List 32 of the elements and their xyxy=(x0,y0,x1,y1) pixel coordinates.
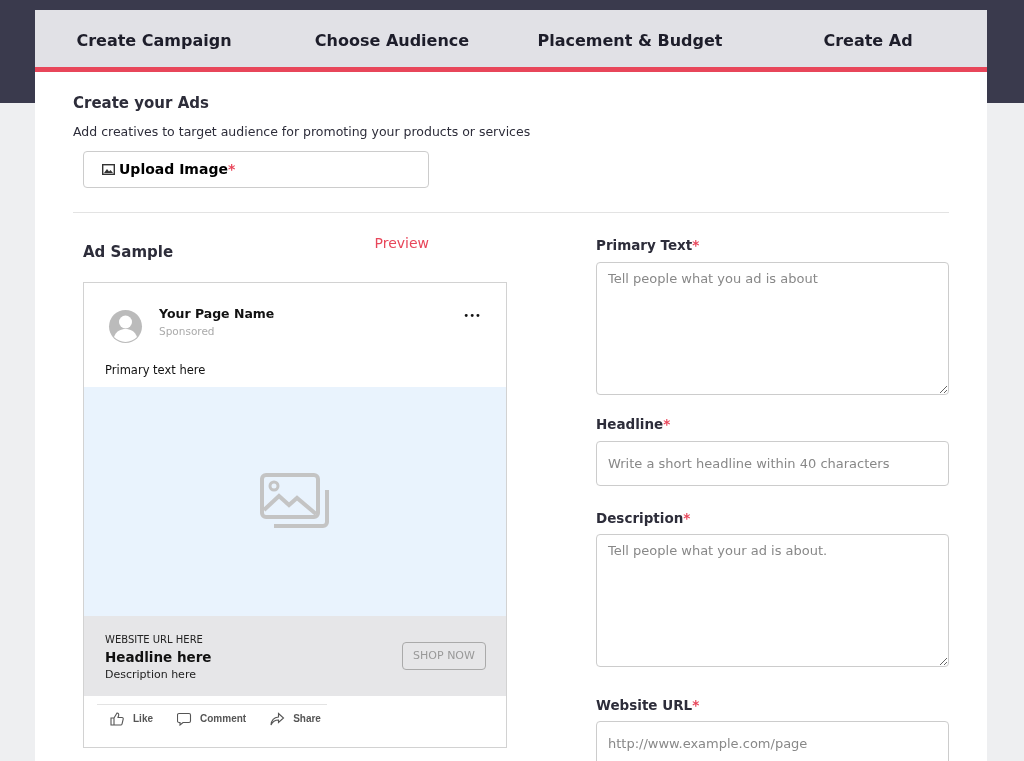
step-tab[interactable]: Create Campaign xyxy=(35,10,273,67)
ad-sample-title: Ad Sample xyxy=(83,242,174,264)
field-label: Primary Text* xyxy=(596,236,701,256)
description-preview: Description here xyxy=(105,667,197,684)
upload-image-button[interactable]: Upload Image* xyxy=(83,151,429,189)
input-field[interactable]: http://www.example.com/page xyxy=(596,720,949,761)
sponsored-label: Sponsored xyxy=(159,323,216,339)
field-label: Headline* xyxy=(596,415,672,435)
step-tab[interactable]: Choose Audience xyxy=(273,10,511,67)
thumbs-up-icon xyxy=(110,711,125,726)
section-title: Create your Ads xyxy=(73,93,210,114)
share-action[interactable]: Share xyxy=(270,711,321,726)
website-url-preview: WEBSITE URL HERE xyxy=(105,633,204,647)
input-field[interactable]: Write a short headline within 40 characters xyxy=(596,440,949,486)
field-label: Website URL* xyxy=(596,695,701,715)
comment-action[interactable]: Comment xyxy=(177,711,247,726)
share-arrow-icon xyxy=(270,711,286,726)
like-action[interactable]: Like xyxy=(110,711,153,726)
text-area-field[interactable]: Tell people what your ad is about. xyxy=(596,533,949,667)
preview-link[interactable]: Preview xyxy=(374,233,429,264)
image-icon xyxy=(102,164,115,176)
primary-text-preview: Primary text here xyxy=(104,361,207,379)
more-options-button[interactable]: ••• xyxy=(463,307,481,323)
section-subtitle: Add creatives to target audience for promoting your products or services xyxy=(73,122,532,141)
speech-bubble-icon xyxy=(177,711,192,726)
field-label: Description* xyxy=(596,508,692,528)
text-area-field[interactable]: Tell people what you ad is about xyxy=(596,261,949,395)
headline-preview: Headline here xyxy=(105,648,212,667)
page-name: Your Page Name xyxy=(159,305,276,323)
step-tab[interactable]: Placement & Budget xyxy=(511,10,749,67)
step-tab[interactable]: Create Ad xyxy=(749,10,987,67)
avatar-icon xyxy=(108,308,143,344)
